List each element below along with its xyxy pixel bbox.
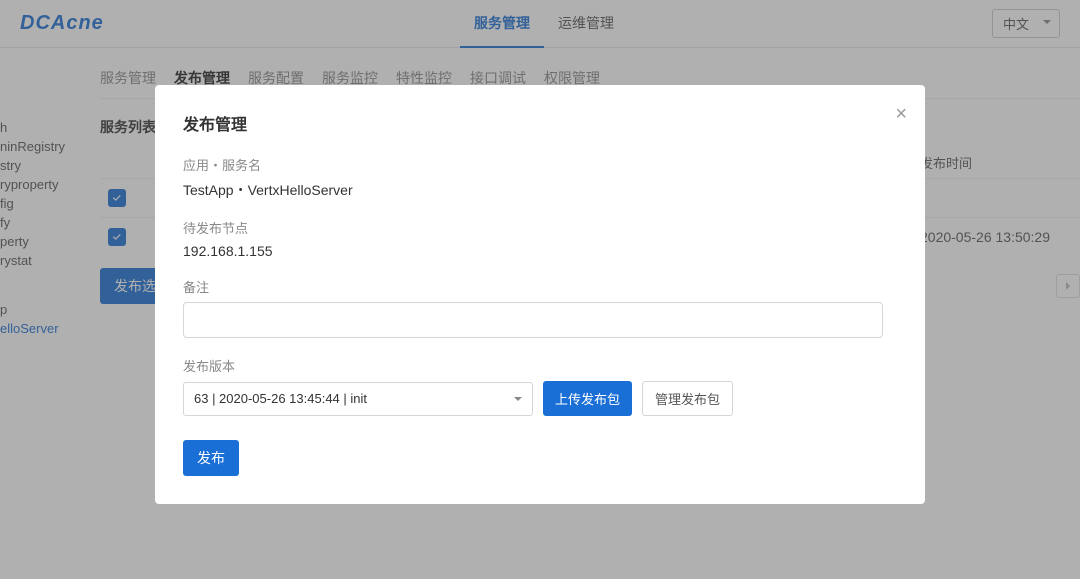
modal-overlay: × 发布管理 应用・服务名 TestApp・VertxHelloServer 待… xyxy=(0,0,1080,579)
version-selected-text: 63 | 2020-05-26 13:45:44 | init xyxy=(194,391,367,406)
modal-title: 发布管理 xyxy=(183,111,897,135)
manage-package-button[interactable]: 管理发布包 xyxy=(642,381,733,416)
close-icon[interactable]: × xyxy=(895,103,907,126)
app-service-value: TestApp・VertxHelloServer xyxy=(183,180,897,200)
remark-label: 备注 xyxy=(183,277,897,296)
app-service-label: 应用・服务名 xyxy=(183,155,897,174)
version-label: 发布版本 xyxy=(183,356,897,375)
nodes-value: 192.168.1.155 xyxy=(183,243,897,259)
upload-package-button[interactable]: 上传发布包 xyxy=(543,381,632,416)
nodes-label: 待发布节点 xyxy=(183,218,897,237)
publish-modal: × 发布管理 应用・服务名 TestApp・VertxHelloServer 待… xyxy=(155,85,925,504)
publish-button[interactable]: 发布 xyxy=(183,440,239,476)
version-select[interactable]: 63 | 2020-05-26 13:45:44 | init xyxy=(183,382,533,416)
remark-input[interactable] xyxy=(183,302,883,338)
